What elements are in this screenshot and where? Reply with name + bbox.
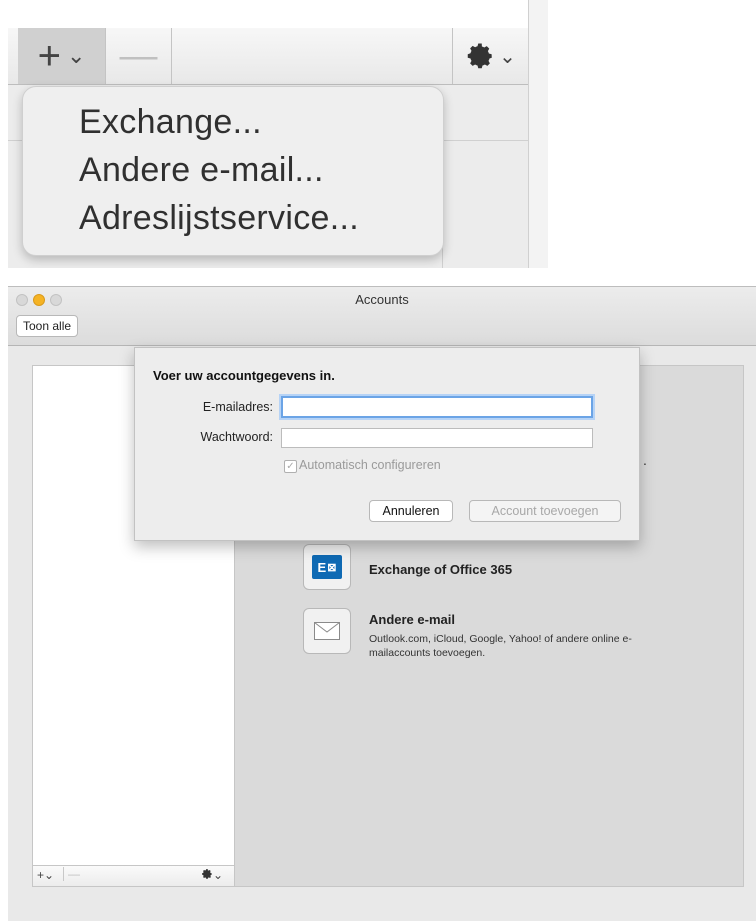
exchange-icon: E ⊠	[312, 555, 342, 579]
chevron-down-icon: ⌄	[66, 43, 86, 68]
menu-item-exchange[interactable]: Exchange...	[79, 103, 262, 142]
auto-configure-checkbox[interactable]: ✓	[284, 460, 297, 473]
exchange-account-option[interactable]: E ⊠	[303, 544, 351, 590]
gear-menu-button[interactable]: ⌄	[201, 868, 223, 882]
gear-menu-button[interactable]: ⌄	[452, 28, 528, 84]
chevron-down-icon: ⌄	[499, 45, 516, 68]
account-list-bottom	[8, 0, 528, 29]
envelope-icon	[314, 622, 340, 640]
account-details-sheet: Voer uw accountgegevens in. E-mailadres:…	[134, 347, 640, 541]
add-account-submit-button[interactable]: Account toevoegen	[469, 500, 621, 522]
remove-account-button[interactable]: —	[106, 28, 172, 84]
cancel-button[interactable]: Annuleren	[369, 500, 453, 522]
exchange-account-title[interactable]: Exchange of Office 365	[369, 562, 512, 577]
show-all-button[interactable]: Toon alle	[16, 315, 79, 337]
menu-item-other-email[interactable]: Andere e-mail...	[79, 151, 324, 190]
gear-icon	[202, 869, 212, 879]
remove-account-button[interactable]: —	[63, 867, 80, 881]
window-title: Accounts	[355, 292, 409, 307]
title-bar: Accounts Toon alle	[8, 287, 756, 346]
password-field[interactable]	[281, 428, 593, 448]
content-pane-edge	[528, 0, 548, 268]
auto-configure-label: Automatisch configureren	[299, 458, 441, 472]
sheet-heading: Voer uw accountgegevens in.	[153, 368, 335, 383]
email-label: E-mailadres:	[202, 400, 273, 414]
plus-icon: +	[37, 33, 61, 78]
chevron-down-icon: ⌄	[213, 868, 224, 882]
gear-icon	[467, 43, 492, 69]
email-field[interactable]	[281, 396, 593, 418]
minus-icon: —	[119, 34, 158, 77]
add-account-button[interactable]: + ⌄	[18, 28, 106, 84]
add-account-button[interactable]: +⌄	[37, 868, 54, 882]
account-list-toolbar: +⌄ — ⌄	[33, 865, 237, 886]
zoomed-add-menu-panel: + ⌄ — ⌄ Exchange... Andere e-mail... Adr…	[8, 0, 548, 268]
other-email-account-title[interactable]: Andere e-mail	[369, 612, 455, 627]
obscured-text-fragment: .	[643, 452, 647, 468]
other-email-account-option[interactable]	[303, 608, 351, 654]
list-toolbar: + ⌄ — ⌄	[8, 28, 528, 85]
menu-item-directory-service[interactable]: Adreslijstservice...	[79, 199, 359, 238]
other-email-account-description: Outlook.com, iCloud, Google, Yahoo! of a…	[369, 633, 632, 659]
add-account-dropdown: Exchange... Andere e-mail... Adreslijsts…	[22, 86, 444, 256]
accounts-window: Accounts Toon alle +⌄ — ⌄ . E ⊠ Exchange …	[8, 286, 756, 921]
password-label: Wachtwoord:	[200, 430, 273, 444]
